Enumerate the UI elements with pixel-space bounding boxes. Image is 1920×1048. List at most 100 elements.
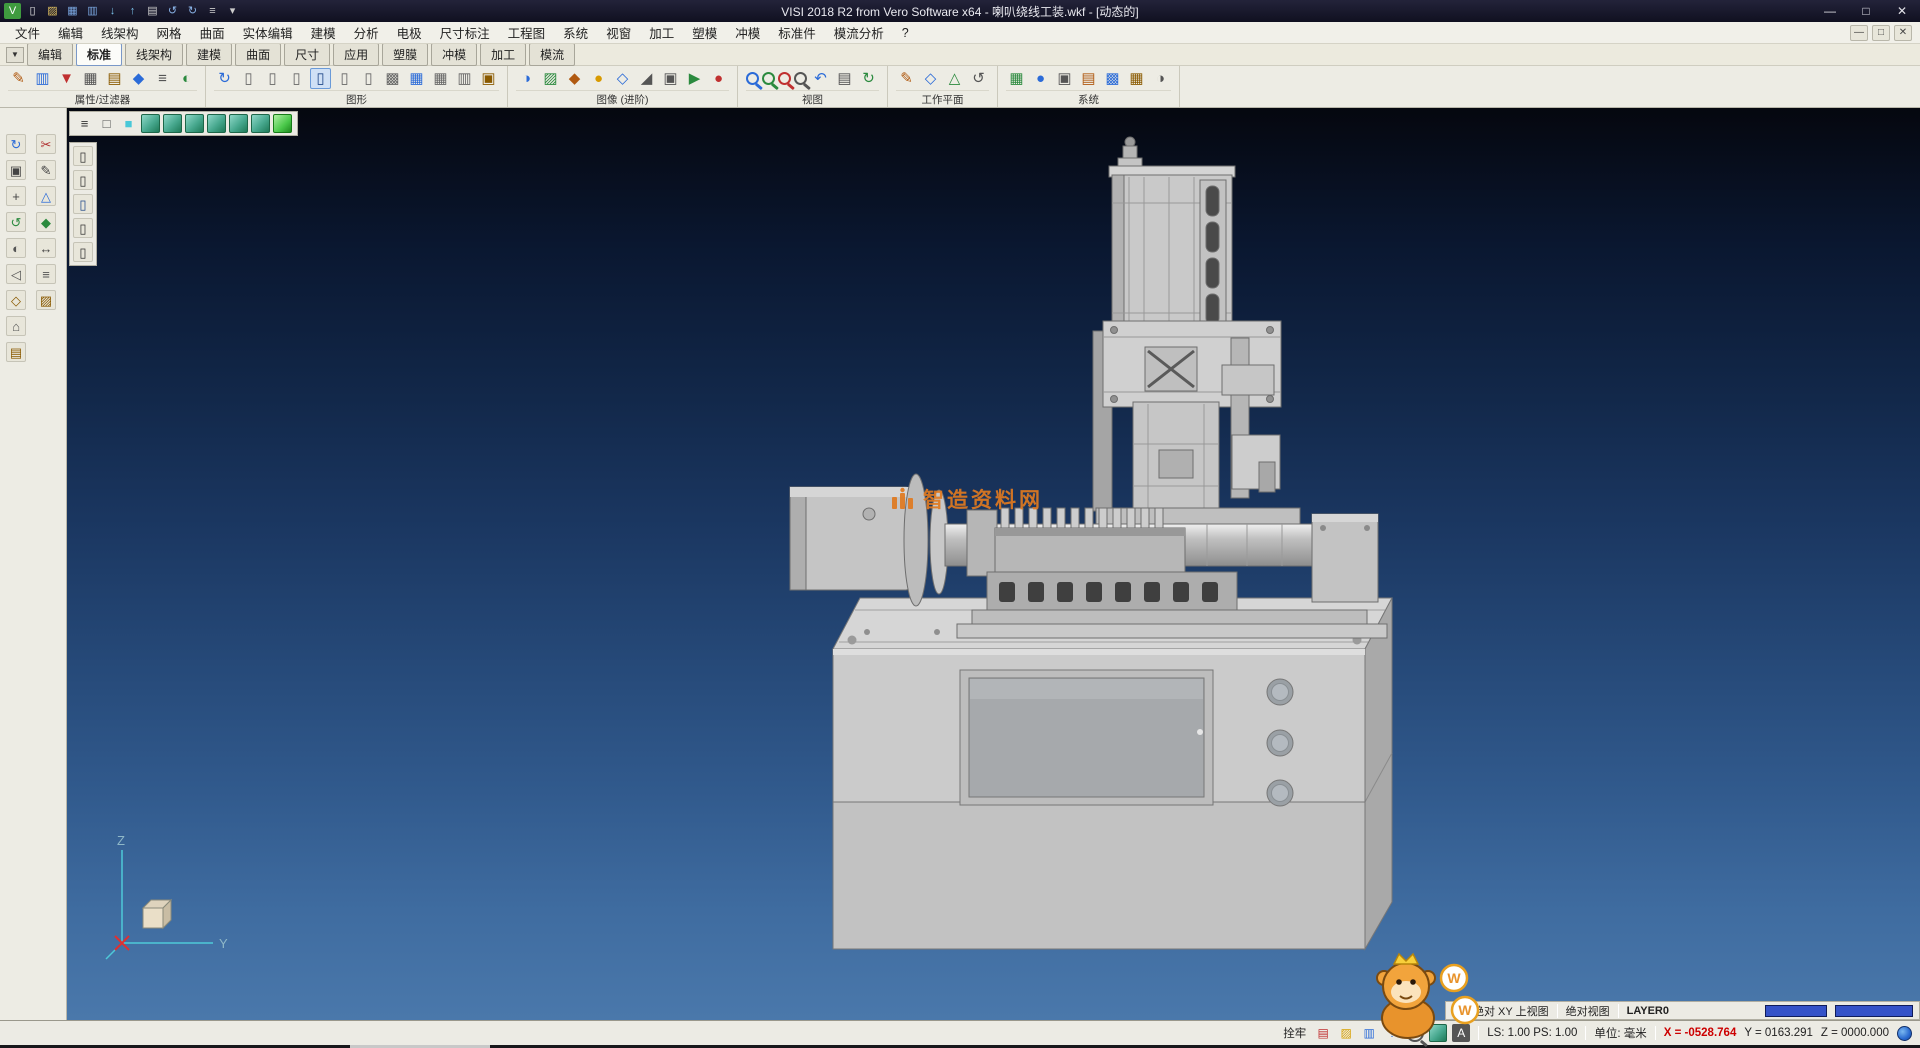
- system-layers-icon[interactable]: ▤: [1078, 68, 1099, 89]
- edit-icon[interactable]: ✎: [36, 160, 56, 180]
- system-globe-icon[interactable]: ●: [1030, 68, 1051, 89]
- tab-1[interactable]: 标准: [76, 43, 122, 66]
- view-cube-back-icon[interactable]: [163, 114, 182, 133]
- menu-item-15[interactable]: 冲模: [726, 20, 769, 45]
- tab-2[interactable]: 线架构: [125, 43, 183, 66]
- workplane-new-icon[interactable]: ✎: [896, 68, 917, 89]
- print-icon[interactable]: ▤: [144, 3, 161, 19]
- redraw-icon[interactable]: ↻: [6, 134, 26, 154]
- zoom-fit-icon[interactable]: ◐: [6, 238, 26, 258]
- filter-icon[interactable]: ▼: [56, 68, 77, 89]
- viewbar-menu-icon[interactable]: ≡: [75, 114, 94, 133]
- tab-3[interactable]: 建模: [186, 43, 232, 66]
- close-button[interactable]: ✕: [1884, 0, 1920, 22]
- workplane-align-icon[interactable]: ◇: [920, 68, 941, 89]
- zoom-all-icon[interactable]: [746, 72, 759, 85]
- quick-access-more-icon[interactable]: ▾: [224, 3, 241, 19]
- lighting-icon[interactable]: ●: [588, 68, 609, 89]
- previous-view-icon[interactable]: ◁: [6, 264, 26, 284]
- menu-item-17[interactable]: 模流分析: [825, 20, 893, 45]
- pan-icon[interactable]: +: [6, 186, 26, 206]
- properties-icon[interactable]: ▨: [36, 290, 56, 310]
- language-globe-icon[interactable]: [1897, 1026, 1912, 1041]
- menu-item-1[interactable]: 编辑: [49, 20, 92, 45]
- save-view-icon[interactable]: ▤: [6, 342, 26, 362]
- display-group-1-icon[interactable]: ▩: [382, 68, 403, 89]
- export-icon[interactable]: ↑: [124, 3, 141, 19]
- menu-item-14[interactable]: 塑模: [683, 20, 726, 45]
- visi-logo-icon[interactable]: V: [4, 3, 21, 19]
- menu-item-16[interactable]: 标准件: [769, 20, 825, 45]
- tab-7[interactable]: 塑膜: [382, 43, 428, 66]
- tab-4[interactable]: 曲面: [235, 43, 281, 66]
- menu-item-12[interactable]: 视窗: [597, 20, 640, 45]
- pin-label[interactable]: 拴牢: [1283, 1025, 1306, 1041]
- tab-10[interactable]: 模流: [529, 43, 575, 66]
- menu-item-7[interactable]: 分析: [345, 20, 388, 45]
- display-bar-3-icon[interactable]: ▯: [286, 68, 307, 89]
- display-group-3-icon[interactable]: ▦: [430, 68, 451, 89]
- menu-item-2[interactable]: 线架构: [92, 20, 148, 45]
- transparency-icon[interactable]: ◇: [612, 68, 633, 89]
- system-settings-icon[interactable]: ▣: [1054, 68, 1075, 89]
- display-bar-1-icon[interactable]: ▯: [238, 68, 259, 89]
- import-icon[interactable]: ↓: [104, 3, 121, 19]
- display-bar-2-icon[interactable]: ▯: [262, 68, 283, 89]
- record-icon[interactable]: ●: [708, 68, 729, 89]
- rotate-view-icon[interactable]: ↺: [6, 212, 26, 232]
- view-filter-5-icon[interactable]: ▯: [73, 242, 93, 262]
- zoom-window-icon[interactable]: [794, 72, 807, 85]
- section-icon[interactable]: ◢: [636, 68, 657, 89]
- workplane-reset-icon[interactable]: ↺: [968, 68, 989, 89]
- view-filter-3-icon[interactable]: ▯: [73, 194, 93, 214]
- view-filter-1-icon[interactable]: ▯: [73, 146, 93, 166]
- menu-item-5[interactable]: 实体编辑: [234, 20, 302, 45]
- menu-item-18[interactable]: ?: [893, 23, 918, 43]
- zoom-window-tool-icon[interactable]: ▣: [6, 160, 26, 180]
- minimize-button[interactable]: —: [1812, 0, 1848, 22]
- system-render-icon[interactable]: ◑: [1150, 68, 1171, 89]
- redo-icon[interactable]: ↻: [184, 3, 201, 19]
- layer-color-swatch-1[interactable]: [1765, 1005, 1827, 1017]
- local-system-icon[interactable]: ⌂: [6, 316, 26, 336]
- tab-0[interactable]: 编辑: [27, 43, 73, 66]
- menu-item-6[interactable]: 建模: [302, 20, 345, 45]
- system-colors-icon[interactable]: ▦: [1006, 68, 1027, 89]
- units-label[interactable]: 单位: 毫米: [1594, 1025, 1646, 1041]
- layer-manager-icon[interactable]: ▤: [104, 68, 125, 89]
- copy-attributes-icon[interactable]: ▥: [32, 68, 53, 89]
- refresh-icon[interactable]: ↻: [214, 68, 235, 89]
- view-previous-icon[interactable]: ↶: [810, 68, 831, 89]
- view-lock-label[interactable]: 绝对 XY 上视图: [1473, 1003, 1549, 1019]
- view-filter-2-icon[interactable]: ▯: [73, 170, 93, 190]
- zoom-out-icon[interactable]: [778, 72, 791, 85]
- view-iso-icon[interactable]: [273, 114, 292, 133]
- mdi-restore-button[interactable]: □: [1872, 25, 1890, 41]
- axonometric-icon[interactable]: ◇: [6, 290, 26, 310]
- view-cube-front-icon[interactable]: [141, 114, 160, 133]
- materials-icon[interactable]: ◆: [564, 68, 585, 89]
- display-bar-5-icon[interactable]: ▯: [358, 68, 379, 89]
- tab-5[interactable]: 尺寸: [284, 43, 330, 66]
- linetype-icon[interactable]: ≡: [152, 68, 173, 89]
- offset-icon[interactable]: ≡: [36, 264, 56, 284]
- menu-item-4[interactable]: 曲面: [191, 20, 234, 45]
- view-cube-bottom-icon[interactable]: [251, 114, 270, 133]
- display-bar-4-icon[interactable]: ▯: [334, 68, 355, 89]
- menu-item-0[interactable]: 文件: [6, 20, 49, 45]
- view-cube-top-icon[interactable]: [229, 114, 248, 133]
- display-selected-icon[interactable]: ▯: [310, 68, 331, 89]
- menu-item-3[interactable]: 网格: [148, 20, 191, 45]
- mirror-icon[interactable]: ◆: [36, 212, 56, 232]
- mdi-minimize-button[interactable]: —: [1850, 25, 1868, 41]
- zoom-in-icon[interactable]: [762, 72, 775, 85]
- menu-item-13[interactable]: 加工: [640, 20, 683, 45]
- view-wireframe-icon[interactable]: □: [97, 114, 116, 133]
- tab-dropdown-button[interactable]: ▼: [6, 47, 24, 63]
- tab-6[interactable]: 应用: [333, 43, 379, 66]
- texture-icon[interactable]: ▨: [540, 68, 561, 89]
- menu-item-11[interactable]: 系统: [554, 20, 597, 45]
- save-file-icon[interactable]: ▦: [64, 3, 81, 19]
- selection-mask-icon[interactable]: ▦: [80, 68, 101, 89]
- menu-item-9[interactable]: 尺寸标注: [431, 20, 499, 45]
